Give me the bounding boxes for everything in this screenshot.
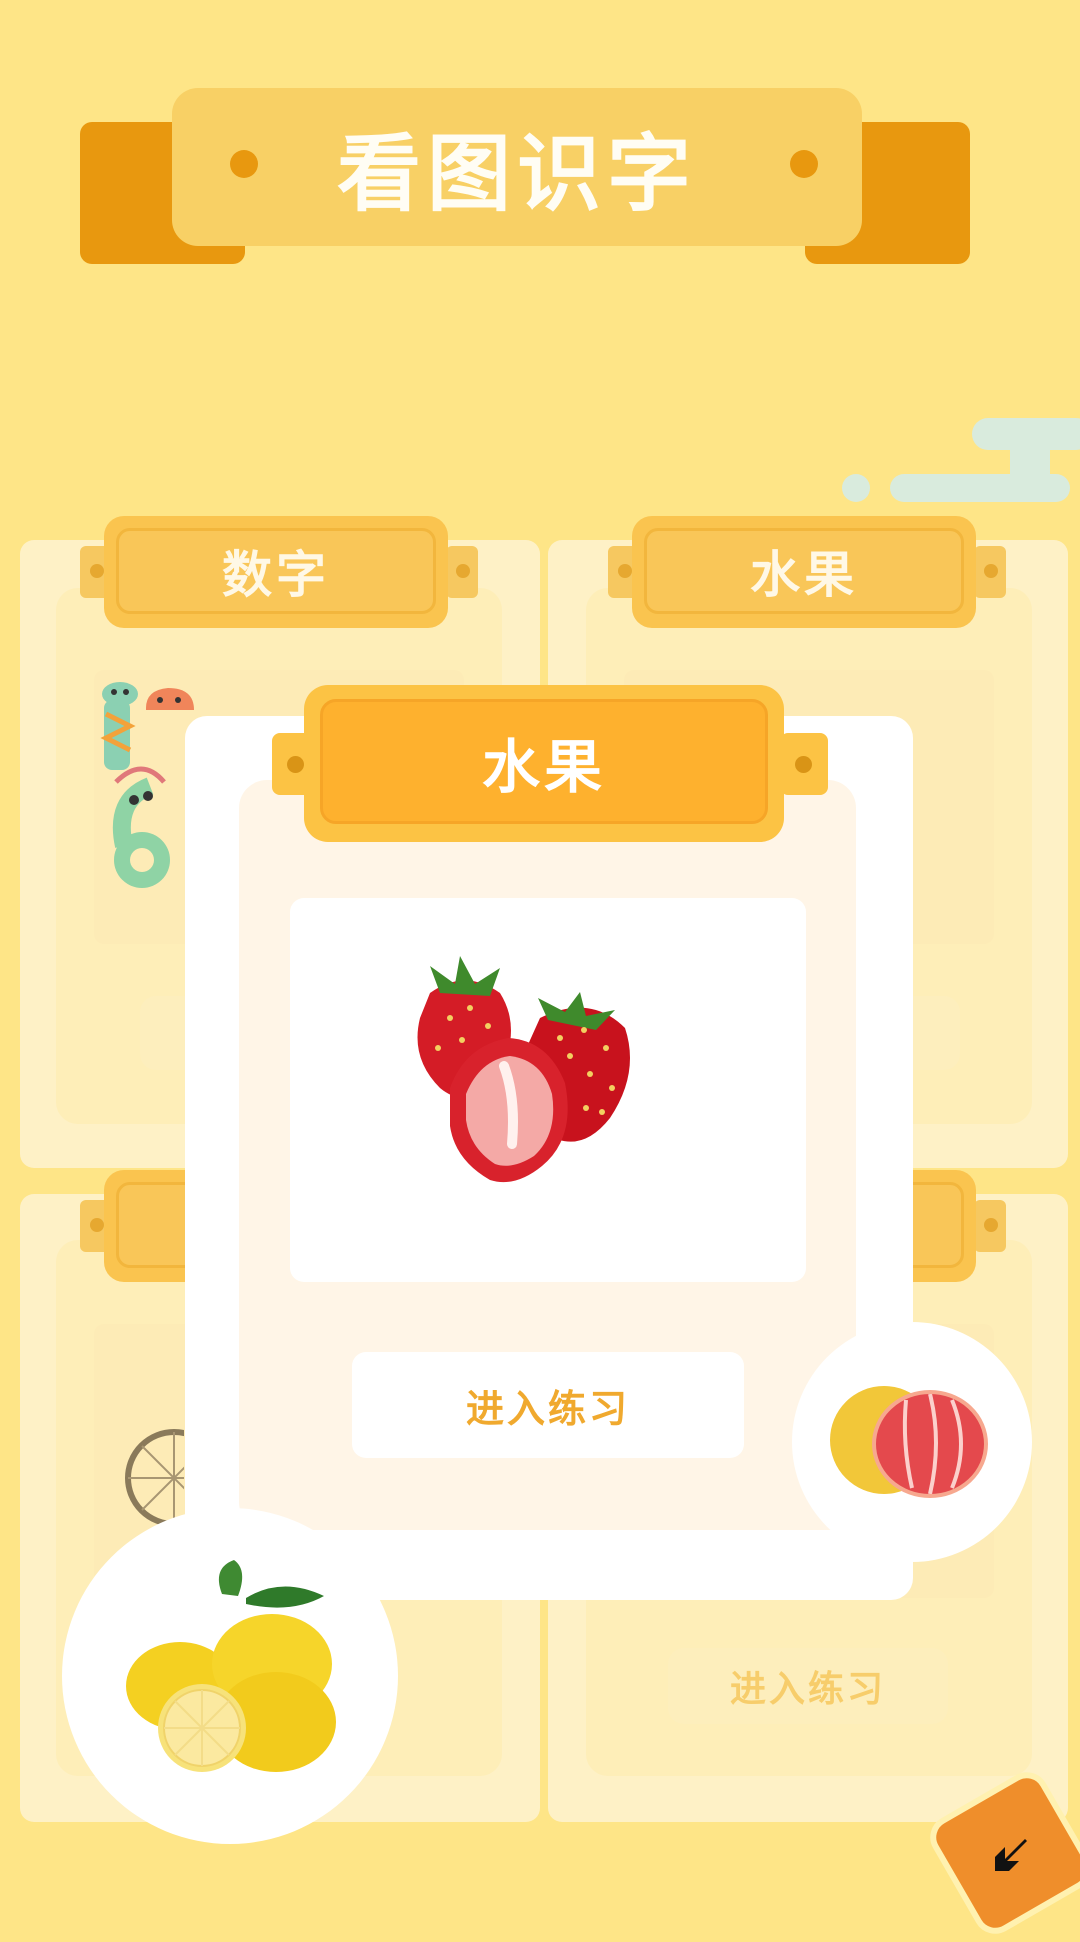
ribbon-dot-right <box>790 150 818 178</box>
popup-tab-ear-right <box>780 733 828 795</box>
tab-ear <box>446 546 478 598</box>
grapefruit-bubble[interactable] <box>792 1322 1032 1562</box>
bottom-right-enter-button[interactable]: 进入练习 <box>668 1648 948 1724</box>
tab-fruit-label: 水果 <box>750 546 858 604</box>
ribbon-dot-left <box>230 150 258 178</box>
tab-numbers[interactable]: 数字 <box>104 516 448 628</box>
lemon-bubble[interactable] <box>62 1508 398 1844</box>
back-arrow-icon <box>995 1839 1027 1871</box>
ribbon-face: 看图识字 <box>172 88 862 246</box>
tab-ear <box>974 546 1006 598</box>
grapefruit-icon <box>830 1386 988 1498</box>
tab-fruit[interactable]: 水果 <box>632 516 976 628</box>
tab-ear <box>974 1200 1006 1252</box>
enter-practice-button[interactable]: 进入练习 <box>352 1352 744 1458</box>
popup-title: 水果 <box>481 732 606 801</box>
fruit-photo <box>290 898 806 1282</box>
tab-numbers-label: 数字 <box>222 546 330 604</box>
strawberry-icon <box>417 956 630 1183</box>
popup-title-plate: 水果 <box>304 685 784 842</box>
page-title: 看图识字 <box>336 124 697 223</box>
lemon-icon <box>126 1560 336 1772</box>
